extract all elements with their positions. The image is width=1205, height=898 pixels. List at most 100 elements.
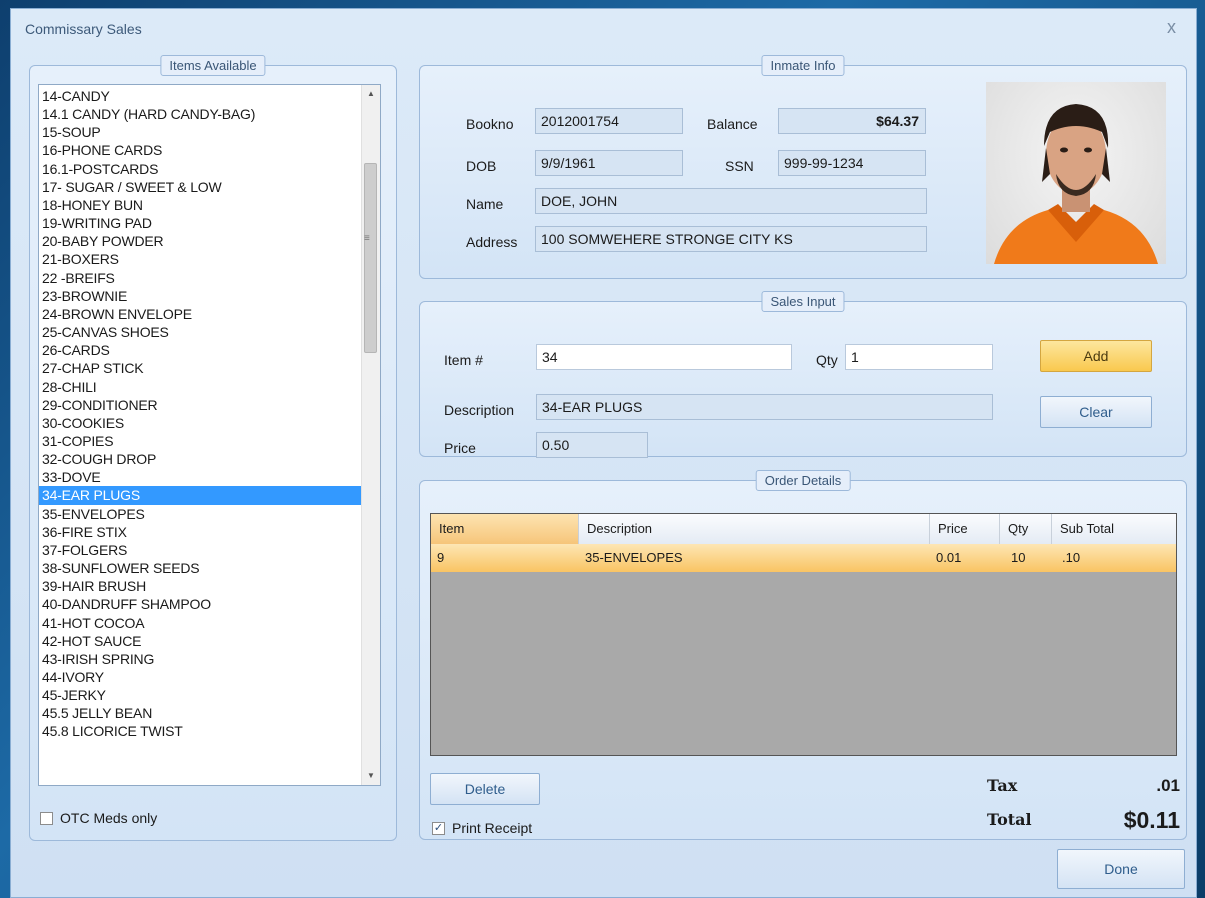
list-item[interactable]: 45.8 LICORICE TWIST	[39, 722, 362, 740]
order-details-group: Order Details Item Description Price Qty…	[419, 470, 1187, 840]
items-available-legend: Items Available	[160, 55, 266, 76]
list-item[interactable]: 45.5 JELLY BEAN	[39, 704, 362, 722]
otc-meds-checkbox[interactable]	[40, 811, 53, 825]
sales-input-legend: Sales Input	[761, 291, 845, 312]
description-field: 34-EAR PLUGS	[536, 394, 993, 420]
items-listbox[interactable]: 14-CANDY 14.1 CANDY (HARD CANDY-BAG) 15-SO…	[38, 84, 381, 786]
list-item[interactable]: 25-CANVAS SHOES	[39, 323, 362, 341]
window-title: Commissary Sales	[25, 21, 142, 37]
list-item[interactable]: 14-CANDY	[39, 87, 362, 105]
tax-label: Tax	[987, 776, 1018, 795]
scroll-down-icon[interactable]: ▼	[362, 767, 380, 785]
list-item[interactable]: 23-BROWNIE	[39, 287, 362, 305]
qty-label: Qty	[816, 352, 838, 368]
list-item[interactable]: 39-HAIR BRUSH	[39, 577, 362, 595]
table-row[interactable]: 9 35-ENVELOPES 0.01 10 .10	[431, 544, 1176, 572]
print-receipt-checkbox-row[interactable]: ✓ Print Receipt	[432, 820, 532, 836]
clear-button[interactable]: Clear	[1040, 396, 1152, 428]
list-item[interactable]: 29-CONDITIONER	[39, 396, 362, 414]
address-field: 100 SOMWEHERE STRONGE CITY KS	[535, 226, 927, 252]
column-header-item[interactable]: Item	[431, 514, 579, 544]
inmate-photo-image	[994, 104, 1158, 264]
title-bar: Commissary Sales x	[11, 9, 1196, 43]
list-item[interactable]: 18-HONEY BUN	[39, 196, 362, 214]
tax-value: .01	[1156, 776, 1180, 795]
total-label: Total	[987, 810, 1032, 829]
column-header-subtotal[interactable]: Sub Total	[1052, 514, 1176, 544]
scroll-up-icon[interactable]: ▲	[362, 85, 380, 103]
column-header-price[interactable]: Price	[930, 514, 1000, 544]
list-item[interactable]: 22 -BREIFS	[39, 269, 362, 287]
description-label: Description	[444, 402, 515, 418]
list-item[interactable]: 27-CHAP STICK	[39, 359, 362, 377]
print-receipt-label: Print Receipt	[452, 820, 533, 836]
dob-field: 9/9/1961	[535, 150, 683, 176]
list-item[interactable]: 17- SUGAR / SWEET & LOW	[39, 178, 362, 196]
list-item[interactable]: 16.1-POSTCARDS	[39, 160, 362, 178]
list-item[interactable]: 24-BROWN ENVELOPE	[39, 305, 362, 323]
cell-price: 0.01	[936, 550, 962, 565]
otc-meds-checkbox-row[interactable]: OTC Meds only	[40, 810, 157, 826]
delete-button[interactable]: Delete	[430, 773, 540, 805]
list-item[interactable]: 28-CHILI	[39, 378, 362, 396]
balance-label: Balance	[707, 116, 758, 132]
print-receipt-checkbox[interactable]: ✓	[432, 821, 445, 835]
scroll-grip-icon: ≡	[364, 233, 370, 244]
list-item[interactable]: 26-CARDS	[39, 341, 362, 359]
column-header-qty[interactable]: Qty	[1000, 514, 1052, 544]
list-item[interactable]: 14.1 CANDY (HARD CANDY-BAG)	[39, 105, 362, 123]
price-label: Price	[444, 440, 476, 456]
cell-item: 9	[437, 550, 445, 565]
list-item[interactable]: 42-HOT SAUCE	[39, 632, 362, 650]
list-item[interactable]: 19-WRITING PAD	[39, 214, 362, 232]
list-item[interactable]: 16-PHONE CARDS	[39, 141, 362, 159]
items-scrollbar[interactable]: ▲ ≡ ▼	[361, 85, 380, 785]
price-field: 0.50	[536, 432, 648, 458]
list-item[interactable]: 32-COUGH DROP	[39, 450, 362, 468]
list-item[interactable]: 36-FIRE STIX	[39, 523, 362, 541]
list-item[interactable]: 40-DANDRUFF SHAMPOO	[39, 595, 362, 613]
ssn-field: 999-99-1234	[778, 150, 926, 176]
scroll-thumb[interactable]	[364, 163, 377, 353]
list-item[interactable]: 31-COPIES	[39, 432, 362, 450]
total-value: $0.11	[1123, 807, 1180, 833]
name-label: Name	[466, 196, 504, 212]
commissary-sales-window: Commissary Sales x Items Available 14-CA…	[10, 8, 1197, 898]
order-grid-header: Item Description Price Qty Sub Total	[431, 514, 1176, 545]
inmate-info-group: Inmate Info Bookno 2012001754 Balance $6…	[419, 55, 1187, 279]
name-field: DOE, JOHN	[535, 188, 927, 214]
list-item[interactable]: 34-EAR PLUGS	[39, 486, 362, 505]
list-item[interactable]: 41-HOT COCOA	[39, 614, 362, 632]
item-number-label: Item #	[444, 352, 483, 368]
list-item[interactable]: 15-SOUP	[39, 123, 362, 141]
bookno-field: 2012001754	[535, 108, 683, 134]
sales-input-group: Sales Input Item # 34 Qty 1 Description …	[419, 291, 1187, 458]
address-label: Address	[466, 234, 518, 250]
list-item[interactable]: 21-BOXERS	[39, 250, 362, 268]
list-item[interactable]: 43-IRISH SPRING	[39, 650, 362, 668]
item-number-input[interactable]: 34	[536, 344, 792, 370]
cell-subtotal: .10	[1062, 550, 1081, 565]
list-item[interactable]: 38-SUNFLOWER SEEDS	[39, 559, 362, 577]
qty-input[interactable]: 1	[845, 344, 993, 370]
order-details-legend: Order Details	[755, 470, 851, 491]
add-button[interactable]: Add	[1040, 340, 1152, 372]
cell-qty: 10	[1011, 550, 1026, 565]
list-item[interactable]: 45-JERKY	[39, 686, 362, 704]
done-button[interactable]: Done	[1057, 849, 1185, 889]
list-item[interactable]: 33-DOVE	[39, 468, 362, 486]
bookno-label: Bookno	[466, 116, 514, 132]
items-list: 14-CANDY 14.1 CANDY (HARD CANDY-BAG) 15-SO…	[39, 85, 362, 785]
balance-field: $64.37	[778, 108, 926, 134]
list-item[interactable]: 37-FOLGERS	[39, 541, 362, 559]
list-item[interactable]: 35-ENVELOPES	[39, 505, 362, 523]
column-header-description[interactable]: Description	[579, 514, 930, 544]
list-item[interactable]: 30-COOKIES	[39, 414, 362, 432]
list-item[interactable]: 44-IVORY	[39, 668, 362, 686]
list-item[interactable]: 20-BABY POWDER	[39, 232, 362, 250]
order-grid[interactable]: Item Description Price Qty Sub Total 9 3…	[430, 513, 1177, 756]
inmate-photo	[986, 82, 1166, 264]
close-icon[interactable]: x	[1167, 17, 1176, 38]
inmate-info-legend: Inmate Info	[761, 55, 845, 76]
ssn-label: SSN	[725, 158, 754, 174]
